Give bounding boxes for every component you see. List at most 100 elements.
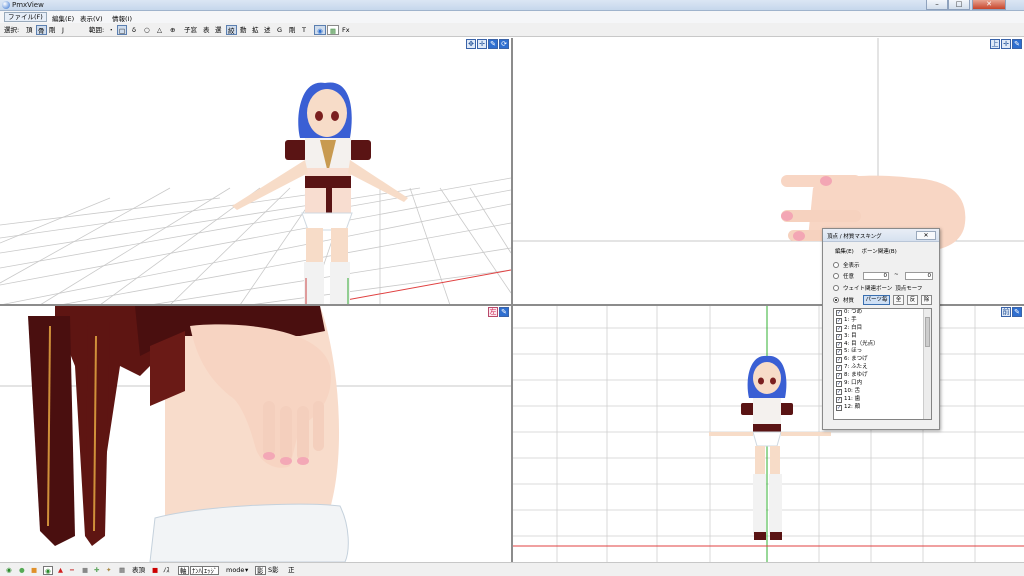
- range-lasso-button[interactable]: δ: [132, 25, 136, 35]
- status-mode-dropdown[interactable]: mode: [226, 566, 244, 575]
- move-cross-icon[interactable]: ✥: [466, 39, 476, 49]
- pen-icon[interactable]: ✎: [499, 307, 509, 317]
- any-from-input[interactable]: 0: [863, 272, 889, 280]
- status-joint-icon[interactable]: ✚: [94, 566, 99, 575]
- rotate-icon[interactable]: ⟳: [499, 39, 509, 49]
- rigid-toggle-button[interactable]: 剛: [289, 25, 296, 35]
- chevron-down-icon[interactable]: ▾: [245, 566, 248, 575]
- status-axis-button[interactable]: 軸: [178, 566, 189, 575]
- display-button[interactable]: 表: [203, 25, 210, 35]
- dialog-menu-edit[interactable]: 編集(E): [835, 249, 854, 255]
- dialog-titlebar[interactable]: 頂点 / 材質マスキング ✕: [823, 229, 939, 242]
- close-button[interactable]: ✕: [972, 0, 1006, 10]
- menu-info[interactable]: 情報(I): [112, 13, 132, 23]
- option-weight-row[interactable]: ウェイト関連ボーン 頂点モーフ: [833, 284, 922, 292]
- select-rigid-button[interactable]: 剛: [49, 25, 56, 35]
- any-to-input[interactable]: 0: [905, 272, 933, 280]
- left-icon[interactable]: 左: [488, 307, 498, 317]
- list-item[interactable]: ✓ 9: 口内: [834, 380, 931, 388]
- viewport-top[interactable]: 上 ✛ ✎: [513, 38, 1024, 305]
- range-triangle-button[interactable]: △: [157, 25, 162, 35]
- list-item[interactable]: ✓ 11: 歯: [834, 396, 931, 404]
- invert-button[interactable]: 反: [907, 295, 918, 305]
- status-front-button[interactable]: 正: [288, 566, 295, 575]
- pen-icon[interactable]: ✎: [1012, 307, 1022, 317]
- list-item[interactable]: ✓ 3: 目: [834, 333, 931, 341]
- material-checkbox[interactable]: ✓: [836, 317, 842, 324]
- status-bone-icon[interactable]: ━: [70, 566, 74, 575]
- radio-material[interactable]: [833, 297, 839, 303]
- list-item[interactable]: ✓ 2: 白目: [834, 325, 931, 333]
- viewport-perspective[interactable]: ✥ ✛ ✎ ⟳: [0, 38, 511, 305]
- move-button[interactable]: 動: [240, 25, 247, 35]
- status-shadow-button[interactable]: 影: [255, 566, 266, 575]
- status-triangle-icon[interactable]: ▲: [58, 566, 63, 575]
- top-icon[interactable]: 上: [990, 39, 1000, 49]
- status-light-icon[interactable]: ●: [19, 566, 25, 575]
- maximize-button[interactable]: □: [948, 0, 970, 10]
- range-rect-button[interactable]: □: [117, 25, 128, 35]
- material-checkbox[interactable]: ✓: [836, 341, 842, 348]
- move-arrows-icon[interactable]: ✛: [477, 39, 487, 49]
- status-grid-icon[interactable]: ▦: [119, 566, 125, 575]
- material-checkbox[interactable]: ✓: [836, 365, 842, 372]
- dialog-menu-bone[interactable]: ボーン関連(B): [862, 249, 897, 255]
- select-vertex-button[interactable]: 頂: [26, 25, 33, 35]
- status-edge-button[interactable]: ｴｯｼﾞ: [202, 566, 219, 575]
- scale-button[interactable]: 拡: [252, 25, 259, 35]
- option-vertex-morph-label[interactable]: 頂点モーフ: [895, 284, 922, 292]
- material-checkbox[interactable]: ✓: [836, 349, 842, 356]
- menu-edit[interactable]: 編集(E): [52, 13, 74, 23]
- all-button[interactable]: 全: [893, 295, 904, 305]
- child-window-button[interactable]: 子窓: [184, 25, 197, 35]
- select-mode-button[interactable]: 選: [215, 25, 222, 35]
- front-icon[interactable]: 前: [1001, 307, 1011, 317]
- status-rigid-icon[interactable]: ■: [82, 566, 88, 575]
- minimize-button[interactable]: –: [926, 0, 948, 10]
- grid-view-icon[interactable]: ▦: [327, 25, 339, 35]
- material-checkbox[interactable]: ✓: [836, 396, 842, 403]
- status-surface-vertex[interactable]: 表頂: [132, 566, 145, 575]
- material-checkbox[interactable]: ✓: [836, 404, 842, 411]
- list-item[interactable]: ✓ 0: つめ: [834, 309, 931, 317]
- status-color-icon[interactable]: ■: [152, 566, 158, 575]
- option-material-row[interactable]: 材質: [833, 296, 854, 304]
- viewport-front[interactable]: 前 ✎: [513, 306, 1024, 562]
- material-list-scrollbar[interactable]: [923, 309, 931, 419]
- option-any-row[interactable]: 任意: [833, 272, 854, 280]
- status-sphere-icon[interactable]: ◉: [6, 566, 12, 575]
- t-button[interactable]: T: [302, 25, 306, 35]
- material-checkbox[interactable]: ✓: [836, 380, 842, 387]
- list-item[interactable]: ✓ 8: まゆげ: [834, 372, 931, 380]
- g-button[interactable]: G: [277, 25, 282, 35]
- list-item[interactable]: ✓ 12: 顔: [834, 404, 931, 412]
- material-checkbox[interactable]: ✓: [836, 325, 842, 332]
- list-item[interactable]: ✓ 10: 舌: [834, 388, 931, 396]
- range-point-button[interactable]: ・: [108, 25, 115, 35]
- material-checkbox[interactable]: ✓: [836, 309, 842, 316]
- viewport-divider-vertical[interactable]: [511, 38, 513, 562]
- move-arrows-icon[interactable]: ✛: [1001, 39, 1011, 49]
- material-checkbox[interactable]: ✓: [836, 388, 842, 395]
- fx-button[interactable]: Fx: [342, 25, 350, 35]
- material-checkbox[interactable]: ✓: [836, 373, 842, 380]
- dialog-close-button[interactable]: ✕: [916, 231, 936, 240]
- viewport-left[interactable]: 左 ✎: [0, 306, 511, 562]
- rotate-button[interactable]: 述: [264, 25, 271, 35]
- material-checkbox[interactable]: ✓: [836, 333, 842, 340]
- status-toggle-icon[interactable]: ◉: [43, 566, 53, 575]
- list-item[interactable]: ✓ 7: ふたえ: [834, 364, 931, 372]
- status-texture-icon[interactable]: ■: [31, 566, 37, 575]
- radio-weight[interactable]: [833, 285, 839, 291]
- status-n-label[interactable]: ﾉｽ: [163, 566, 170, 575]
- sphere-view-icon[interactable]: ◉: [314, 25, 326, 35]
- material-checkbox[interactable]: ✓: [836, 357, 842, 364]
- pen-icon[interactable]: ✎: [488, 39, 498, 49]
- pen-icon[interactable]: ✎: [1012, 39, 1022, 49]
- status-s-shadow-button[interactable]: S影: [268, 566, 279, 575]
- parts-button[interactable]: パーツ毎: [863, 295, 890, 305]
- range-circle-plus-button[interactable]: ⊕: [170, 25, 175, 35]
- option-all-row[interactable]: 全表示: [833, 261, 860, 269]
- scrollbar-thumb[interactable]: [925, 317, 930, 347]
- remove-button[interactable]: 除: [921, 295, 932, 305]
